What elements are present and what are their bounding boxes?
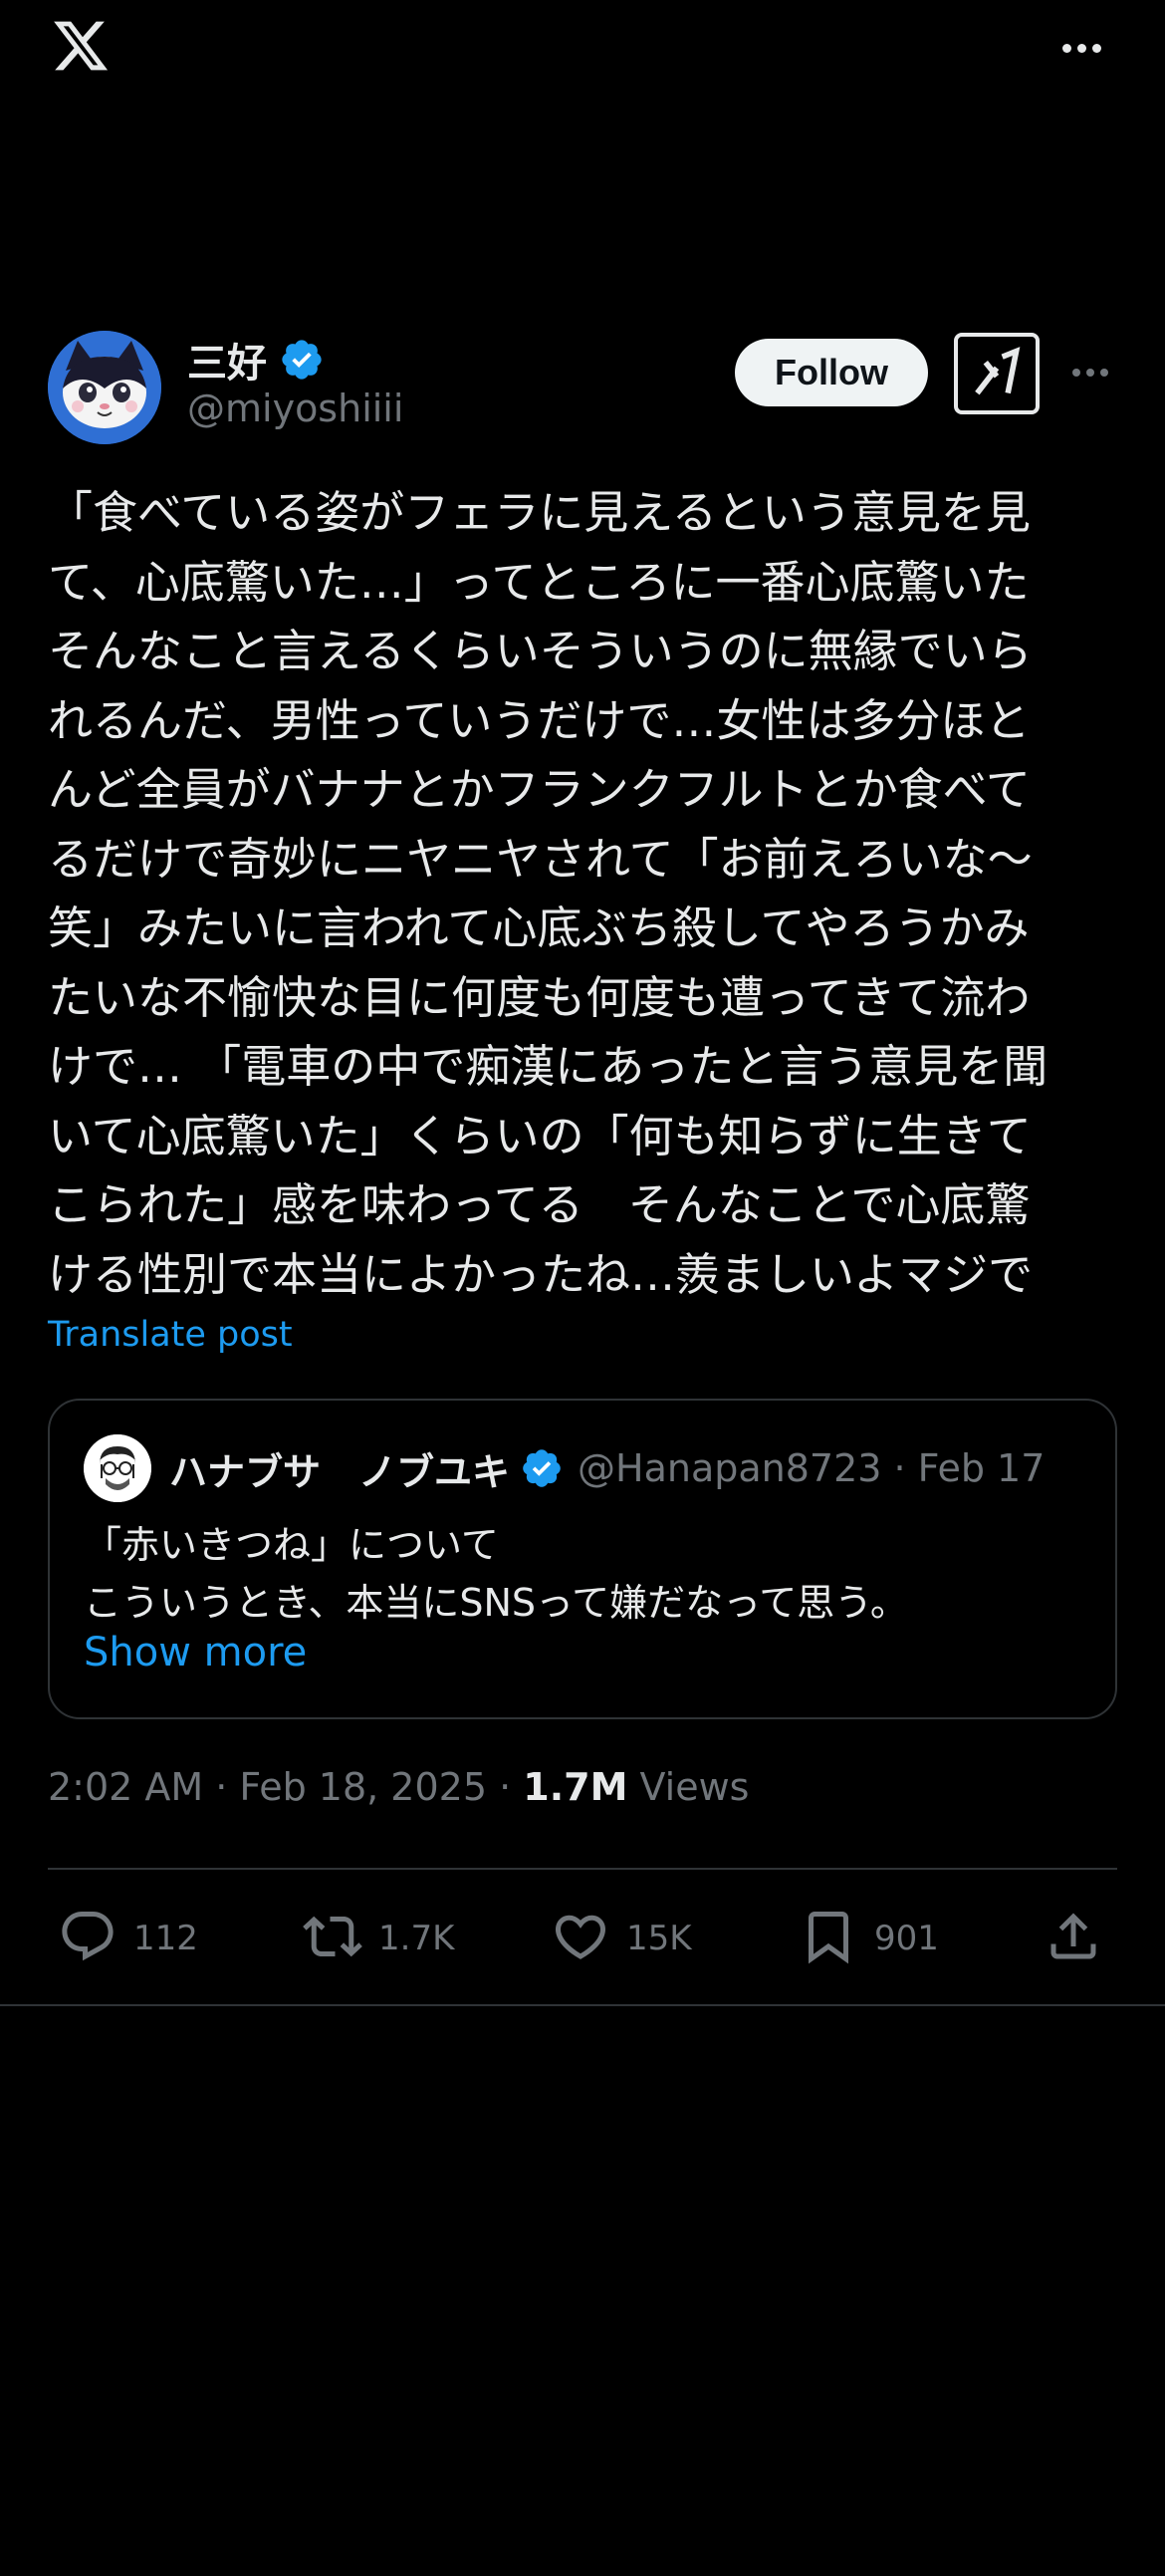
show-more-link[interactable]: Show more — [84, 1630, 307, 1675]
repost-count: 1.7K — [378, 1919, 455, 1958]
reply-button[interactable]: 112 — [58, 1893, 198, 1984]
reply-icon — [58, 1907, 117, 1970]
quote-handle-date: @Hanapan8723 · Feb 17 — [578, 1446, 1046, 1490]
verified-badge-icon — [279, 337, 325, 383]
share-button[interactable] — [1044, 1893, 1103, 1984]
quoted-post[interactable]: ハナブサ ノブユキ @Hanapan8723 · Feb 17 「赤いきつね」に… — [48, 1399, 1117, 1719]
repost-button[interactable]: 1.7K — [303, 1893, 454, 1984]
action-bar: 112 1.7K 15K 901 — [48, 1893, 1117, 1984]
share-icon — [1044, 1907, 1103, 1970]
quote-avatar[interactable] — [84, 1434, 151, 1502]
heart-icon — [551, 1907, 610, 1970]
author-name[interactable]: 三好 — [187, 331, 267, 388]
divider — [0, 2004, 1165, 2006]
quote-author-name: ハナブサ ノブユキ — [169, 1449, 511, 1494]
quote-verified-badge-icon — [520, 1446, 564, 1490]
x-logo-icon[interactable] — [48, 16, 114, 76]
reply-count: 112 — [133, 1919, 198, 1958]
author-name-row[interactable]: 三好 — [187, 329, 325, 390]
more-horizontal-icon[interactable] — [1055, 28, 1107, 68]
bookmark-count: 901 — [874, 1919, 939, 1958]
bookmark-button[interactable]: 901 — [799, 1893, 939, 1984]
quote-text-line: 「赤いきつね」について — [84, 1523, 499, 1567]
quote-header: ハナブサ ノブユキ @Hanapan8723 · Feb 17 — [169, 1436, 1045, 1500]
post-meta: 2:02 AM · Feb 18, 2025 · 1.7M Views — [48, 1765, 749, 1809]
grok-icon[interactable] — [954, 333, 1040, 414]
like-button[interactable]: 15K — [551, 1893, 692, 1984]
avatar[interactable] — [48, 331, 161, 444]
translate-post-link[interactable]: Translate post — [48, 1315, 293, 1355]
views-label: Views — [627, 1765, 750, 1809]
like-count: 15K — [626, 1919, 692, 1958]
divider — [48, 1868, 1117, 1870]
post-text: 「食べている姿がフェラに見えるという意見を見 て、心底驚いた…」ってところに一番… — [48, 486, 1048, 1301]
views-count: 1.7M — [523, 1765, 628, 1809]
repost-icon — [303, 1907, 362, 1970]
author-handle[interactable]: @miyoshiiii — [187, 386, 403, 430]
post-timestamp[interactable]: 2:02 AM · Feb 18, 2025 · — [48, 1765, 523, 1809]
quote-text-line: こういうとき、本当にSNSって嫌だなって思う。 — [84, 1581, 908, 1625]
bookmark-icon — [799, 1907, 858, 1970]
post-more-icon[interactable] — [1065, 353, 1115, 392]
follow-button[interactable]: Follow — [735, 339, 928, 406]
tweet-page: 三好 @miyoshiiii Follow 「食べている姿がフェラに見えるという… — [0, 0, 1165, 2576]
